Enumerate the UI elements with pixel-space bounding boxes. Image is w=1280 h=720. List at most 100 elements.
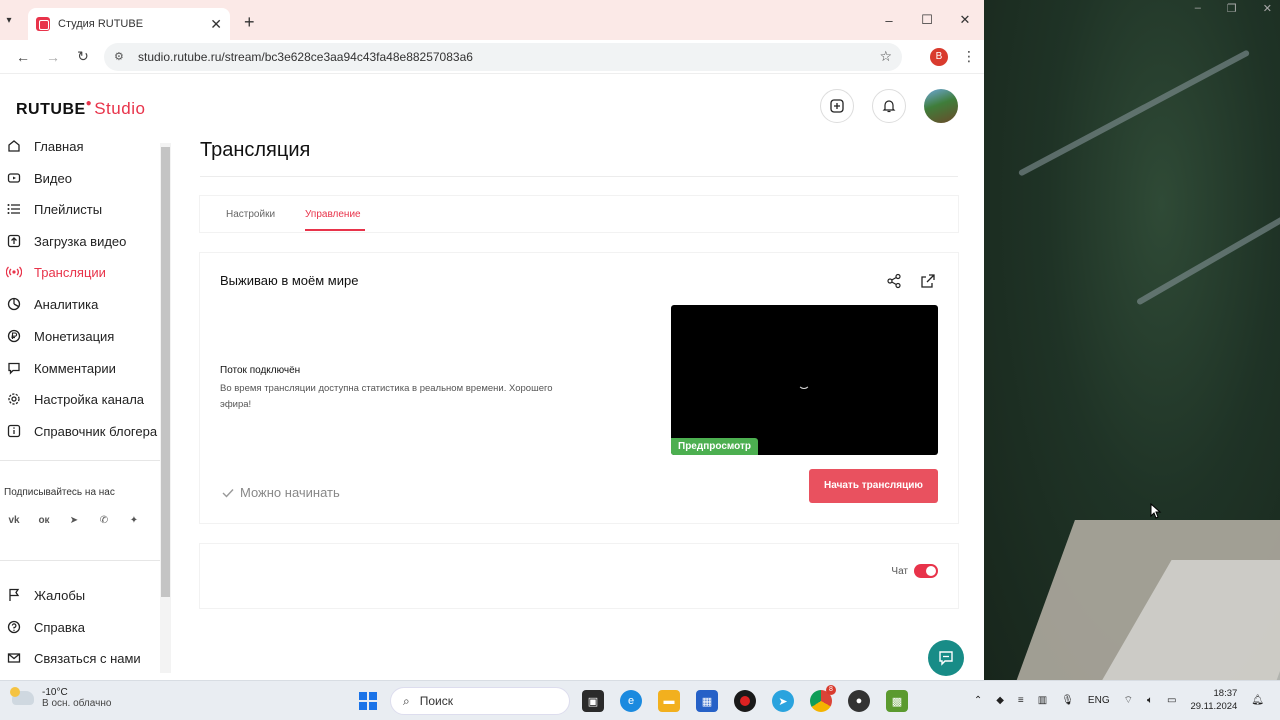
- wifi-icon[interactable]: ⌔: [1124, 694, 1133, 707]
- close-tab-icon[interactable]: ✕: [210, 16, 222, 33]
- start-stream-button[interactable]: Начать трансляцию: [809, 469, 938, 503]
- stream-status-heading: Поток подключён: [220, 365, 301, 376]
- sidebar-item-blogger-guide[interactable]: Справочник блогера: [6, 420, 162, 442]
- tray-app-icon[interactable]: ◆: [996, 695, 1004, 706]
- odnoklassniki-icon[interactable]: ок: [36, 513, 52, 529]
- header-actions: [820, 89, 958, 123]
- close-window-icon[interactable]: ✕: [946, 12, 984, 28]
- weather-widget[interactable]: -10°C В осн. облачно: [10, 687, 112, 709]
- sidebar-item-monetization[interactable]: Монетизация: [6, 325, 162, 347]
- system-tray: ⌃ ◆ ≡ ▥ 🎙︎ ENG ⌔ 🔈︎ ▭ 18:37 29.11.2024 🔔…: [974, 687, 1264, 713]
- maximize-icon[interactable]: ☐: [908, 12, 946, 28]
- user-avatar[interactable]: [924, 89, 958, 123]
- follow-us-label: Подписывайтесь на нас: [4, 487, 115, 498]
- sidebar-item-label: Монетизация: [34, 328, 115, 344]
- minimize-icon[interactable]: –: [870, 13, 908, 28]
- volume-icon[interactable]: 🔈︎: [1147, 695, 1153, 706]
- edge-browser-icon[interactable]: e: [620, 690, 642, 712]
- sidebar-item-label: Загрузка видео: [34, 233, 127, 249]
- create-button[interactable]: [820, 89, 854, 123]
- upload-icon: [6, 233, 22, 249]
- profile-avatar[interactable]: В: [930, 47, 948, 66]
- taskbar-search[interactable]: ⌕ Поиск: [390, 687, 570, 715]
- sidebar-scrollbar[interactable]: [160, 143, 171, 673]
- logo-main: RUTUBE: [16, 101, 86, 118]
- new-tab-icon[interactable]: +: [244, 12, 255, 33]
- bookmark-star-icon[interactable]: ☆: [879, 48, 892, 65]
- viber-icon[interactable]: ✆: [96, 513, 112, 529]
- flag-icon: [6, 587, 22, 603]
- sidebar-item-playlists[interactable]: Плейлисты: [6, 198, 162, 220]
- telegram-icon[interactable]: ➤: [66, 513, 82, 529]
- notifications-button[interactable]: [872, 89, 906, 123]
- sidebar-item-contact[interactable]: Связаться с нами: [6, 647, 162, 669]
- gear-icon: [6, 391, 22, 407]
- browser-menu-icon[interactable]: ⋮: [962, 48, 976, 65]
- stream-preview[interactable]: Предпросмотр: [671, 305, 938, 455]
- notifications-bell-icon[interactable]: 🔔︎: [1251, 695, 1264, 706]
- clock-time: 18:37: [1213, 688, 1238, 699]
- sidebar-item-upload[interactable]: Загрузка видео: [6, 230, 162, 252]
- logo-sub: Studio: [94, 99, 146, 118]
- telegram-app-icon[interactable]: ➤: [772, 690, 794, 712]
- battery-icon[interactable]: ▭: [1167, 695, 1176, 706]
- rutube-studio-logo[interactable]: RUTUBE ● Studio: [16, 98, 146, 119]
- file-explorer-icon[interactable]: ▬: [658, 690, 680, 712]
- sidebar-item-streams[interactable]: Трансляции: [6, 261, 162, 283]
- ready-status: Можно начинать: [222, 485, 340, 500]
- tab-management[interactable]: Управление: [305, 209, 361, 220]
- support-chat-button[interactable]: [928, 640, 964, 676]
- page-title: Трансляция: [200, 139, 311, 161]
- background-game-window: – ❐ ✕: [984, 0, 1280, 680]
- site-info-icon[interactable]: ⚙: [114, 50, 130, 63]
- vk-icon[interactable]: vk: [6, 513, 22, 529]
- sidebar-item-label: Жалобы: [34, 587, 86, 603]
- weather-cloud-icon: [10, 687, 34, 705]
- browser-tab[interactable]: Студия RUTUBE ✕: [28, 8, 230, 40]
- microsoft-store-icon[interactable]: ▦: [696, 690, 718, 712]
- chrome-notification-badge: 8: [826, 685, 836, 695]
- chrome-icon[interactable]: 8: [810, 685, 836, 712]
- sidebar-item-label: Связаться с нами: [34, 650, 141, 666]
- sidebar-item-home[interactable]: Главная: [6, 135, 162, 157]
- start-windows-icon[interactable]: [359, 692, 377, 710]
- sidebar-item-video[interactable]: Видео: [6, 167, 162, 189]
- forward-icon[interactable]: →: [38, 49, 68, 65]
- chat-toggle[interactable]: [914, 564, 938, 578]
- windows-taskbar: -10°C В осн. облачно ⌕ Поиск ▣ e ▬ ▦ ➤ 8…: [0, 680, 1280, 720]
- tray-chevron-icon[interactable]: ⌃: [974, 695, 982, 706]
- comment-icon: [6, 360, 22, 376]
- tray-app-icon[interactable]: ≡: [1018, 695, 1024, 706]
- task-view-icon[interactable]: ▣: [582, 690, 604, 712]
- obs-icon[interactable]: [734, 690, 756, 712]
- microphone-icon[interactable]: 🎙︎: [1061, 695, 1074, 706]
- chat-card: Чат: [200, 544, 958, 608]
- stream-title: Выживаю в моём мире: [220, 273, 359, 288]
- tab-search-icon[interactable]: ▾: [2, 15, 16, 26]
- dzen-icon[interactable]: ✦: [126, 513, 142, 529]
- tray-app-icon[interactable]: ▥: [1038, 695, 1047, 706]
- share-icon[interactable]: [886, 273, 902, 289]
- clock[interactable]: 18:37 29.11.2024: [1190, 687, 1237, 713]
- sidebar-item-comments[interactable]: Комментарии: [6, 357, 162, 379]
- reload-icon[interactable]: ↻: [68, 48, 98, 65]
- tab-settings[interactable]: Настройки: [226, 209, 275, 220]
- weather-description: В осн. облачно: [42, 698, 112, 709]
- background-decoration: [1017, 49, 1251, 177]
- window-controls: – ☐ ✕: [870, 0, 984, 40]
- sidebar-item-analytics[interactable]: Аналитика: [6, 293, 162, 315]
- external-link-icon[interactable]: [920, 273, 936, 289]
- sidebar-scrollbar-thumb[interactable]: [161, 147, 170, 597]
- sidebar-item-channel-settings[interactable]: Настройка канала: [6, 388, 162, 410]
- language-indicator[interactable]: ENG: [1088, 695, 1110, 706]
- url-field[interactable]: ⚙ studio.rutube.ru/stream/bc3e628ce3aa94…: [104, 42, 902, 71]
- browser-tab-title: Студия RUTUBE: [58, 18, 144, 30]
- sidebar-item-label: Аналитика: [34, 296, 99, 312]
- sidebar-item-help[interactable]: Справка: [6, 616, 162, 638]
- title-divider: [200, 176, 958, 177]
- sidebar-item-complaints[interactable]: Жалобы: [6, 584, 162, 606]
- back-icon[interactable]: ←: [8, 49, 38, 65]
- minecraft-icon[interactable]: ▩: [886, 690, 908, 712]
- app-icon[interactable]: ●: [848, 690, 870, 712]
- home-icon: [6, 138, 22, 154]
